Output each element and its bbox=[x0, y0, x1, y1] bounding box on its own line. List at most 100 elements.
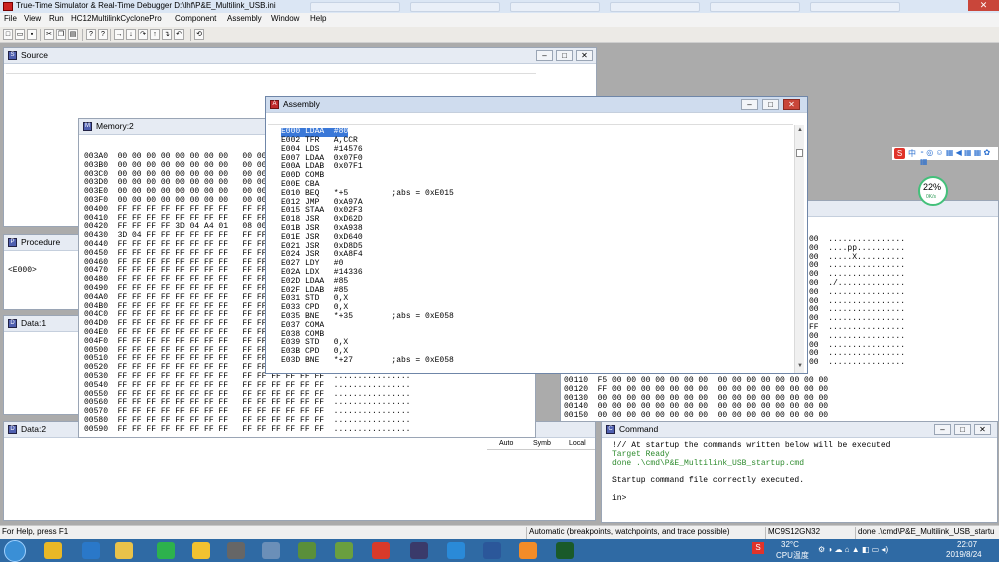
word-icon[interactable] bbox=[483, 542, 501, 559]
background-window-tab[interactable] bbox=[510, 2, 600, 12]
close-icon[interactable]: ✕ bbox=[783, 99, 800, 110]
close-icon[interactable]: ✕ bbox=[576, 50, 593, 61]
new-icon[interactable]: □ bbox=[3, 29, 13, 40]
sogou-tray-icon[interactable]: S bbox=[752, 542, 764, 554]
help-icon[interactable]: ? bbox=[86, 29, 96, 40]
step-out-icon[interactable]: ↑ bbox=[150, 29, 160, 40]
background-window-tab[interactable] bbox=[610, 2, 700, 12]
cpu-usage-widget[interactable]: 22% 0K/s bbox=[918, 176, 948, 206]
status-mode: Automatic (breakpoints, watchpoints, and… bbox=[529, 527, 730, 536]
copy-icon[interactable]: ❐ bbox=[56, 29, 66, 40]
open-icon[interactable]: ▭ bbox=[15, 29, 25, 40]
recorder-icon[interactable] bbox=[372, 542, 390, 559]
menu-help[interactable]: Help bbox=[310, 14, 326, 23]
sogou-logo: S bbox=[894, 148, 905, 159]
command-output[interactable]: !// At startup the commands written belo… bbox=[612, 441, 890, 504]
menu-component[interactable]: Component bbox=[175, 14, 216, 23]
menu-hc12multilink[interactable]: HC12MultilinkCyclonePro bbox=[71, 14, 162, 23]
toolbar-separator bbox=[82, 29, 83, 41]
green-app-icon[interactable] bbox=[157, 542, 175, 559]
procedure-window-icon: P bbox=[8, 238, 17, 247]
nxp-icon[interactable] bbox=[192, 542, 210, 559]
cpu-percent: 22% bbox=[923, 182, 942, 192]
data2-tab-auto[interactable]: Auto bbox=[499, 440, 513, 447]
background-window-tab[interactable] bbox=[710, 2, 800, 12]
save-icon[interactable]: ▪ bbox=[27, 29, 37, 40]
command-title-bar[interactable]: C Command ‒ □ ✕ bbox=[602, 422, 997, 438]
menu-view[interactable]: View bbox=[24, 14, 41, 23]
sogou-browser-icon[interactable] bbox=[82, 542, 100, 559]
status-help: For Help, press F1 bbox=[2, 527, 69, 536]
data1-title: Data:1 bbox=[21, 318, 47, 328]
background-window-tab[interactable] bbox=[810, 2, 900, 12]
media-icon[interactable] bbox=[410, 542, 428, 559]
status-bar: For Help, press F1 Automatic (breakpoint… bbox=[0, 525, 999, 539]
tray-date[interactable]: 2019/8/24 bbox=[946, 550, 982, 559]
step-over-icon[interactable]: ↷ bbox=[138, 29, 148, 40]
maximize-icon[interactable]: □ bbox=[556, 50, 573, 61]
maximize-icon[interactable]: □ bbox=[762, 99, 779, 110]
data1-window: D Data:1 bbox=[3, 315, 81, 415]
image-viewer-icon[interactable] bbox=[335, 542, 353, 559]
file-explorer-icon[interactable] bbox=[115, 542, 133, 559]
context-help-icon[interactable]: ? bbox=[98, 29, 108, 40]
net-speed: 0K/s bbox=[926, 194, 937, 200]
orange-app-icon[interactable] bbox=[519, 542, 537, 559]
procedure-title-bar[interactable]: P Procedure bbox=[4, 235, 80, 251]
assembly-title-bar[interactable]: A Assembly ‒ □ ✕ bbox=[266, 97, 807, 113]
data1-title-bar[interactable]: D Data:1 bbox=[4, 316, 80, 332]
ime-tools-icon[interactable]: ⁃ ◎ ☺ ▦ ◀ ▦ ▦ ✿ ▦ bbox=[920, 148, 998, 166]
disk-tool-icon[interactable] bbox=[227, 542, 245, 559]
toolbar-separator bbox=[190, 29, 191, 41]
menu-bar: File View Run HC12MultilinkCyclonePro Co… bbox=[0, 13, 999, 27]
cut-icon[interactable]: ✂ bbox=[44, 29, 54, 40]
app-title: True-Time Simulator & Real-Time Debugger… bbox=[16, 1, 276, 10]
assembly-step-icon[interactable]: ↴ bbox=[162, 29, 172, 40]
app-title-bar: True-Time Simulator & Real-Time Debugger… bbox=[0, 0, 999, 13]
wps-icon[interactable] bbox=[447, 542, 465, 559]
reset-icon[interactable]: ⟲ bbox=[194, 29, 204, 40]
data2-title: Data:2 bbox=[21, 424, 47, 434]
minimize-icon[interactable]: ‒ bbox=[741, 99, 758, 110]
menu-assembly[interactable]: Assembly bbox=[227, 14, 262, 23]
chrome-icon[interactable] bbox=[44, 542, 62, 559]
menu-window[interactable]: Window bbox=[271, 14, 299, 23]
background-window-tab[interactable] bbox=[410, 2, 500, 12]
ime-mode-label[interactable]: 中 bbox=[908, 148, 916, 159]
assembly-window: A Assembly ‒ □ ✕ E000 LDAA #80 E002 TFR … bbox=[265, 96, 808, 374]
close-icon[interactable]: ✕ bbox=[974, 424, 991, 435]
menu-run[interactable]: Run bbox=[49, 14, 64, 23]
tray-icons[interactable]: ⚙ ◑ ☁ ⌂ ▲ ◧ ▭ ◂) bbox=[818, 545, 888, 554]
maximize-icon[interactable]: □ bbox=[954, 424, 971, 435]
windows-taskbar: S 32°C CPU温度 ⚙ ◑ ☁ ⌂ ▲ ◧ ▭ ◂) 22:07 2019… bbox=[0, 539, 999, 562]
start-icon[interactable]: → bbox=[114, 29, 124, 40]
toolbar-separator bbox=[40, 29, 41, 41]
command-line: done .\cmd\P&E_Multilink_USB_startup.cmd bbox=[612, 458, 805, 468]
data2-tab-local[interactable]: Local bbox=[569, 440, 586, 447]
minimize-icon[interactable]: ‒ bbox=[934, 424, 951, 435]
scroll-down-icon[interactable]: ▼ bbox=[797, 363, 803, 369]
calculator-icon[interactable] bbox=[262, 542, 280, 559]
close-icon[interactable]: ✕ bbox=[968, 0, 999, 11]
single-step-icon[interactable]: ↓ bbox=[126, 29, 136, 40]
plane-app-icon[interactable] bbox=[298, 542, 316, 559]
scroll-thumb[interactable] bbox=[796, 149, 803, 157]
assembly-listing[interactable]: E002 TFR A,CCR E004 LDS #14576 E007 LDAA 0… bbox=[281, 136, 454, 366]
background-window-tab[interactable] bbox=[310, 2, 400, 12]
paste-icon[interactable]: ▤ bbox=[68, 29, 78, 40]
scroll-up-icon[interactable]: ▲ bbox=[797, 127, 803, 133]
data2-tab-symb[interactable]: Symb bbox=[533, 440, 551, 447]
minimize-icon[interactable]: ‒ bbox=[536, 50, 553, 61]
ime-toolbar[interactable]: S 中 ⁃ ◎ ☺ ▦ ◀ ▦ ▦ ✿ ▦ bbox=[892, 147, 998, 166]
assembly-scrollbar[interactable]: ▲ ▼ bbox=[794, 125, 804, 373]
procedure-entry[interactable]: <E000> bbox=[8, 266, 37, 276]
codewarrior-icon[interactable] bbox=[556, 542, 574, 559]
halt-icon[interactable]: ↶ bbox=[174, 29, 184, 40]
procedure-window: P Procedure <E000> bbox=[3, 234, 81, 310]
tray-time[interactable]: 22:07 bbox=[957, 540, 977, 549]
assembly-title: Assembly bbox=[283, 99, 320, 109]
status-last-command: done .\cmd\P&E_Multilink_USB_startu bbox=[858, 527, 995, 536]
menu-file[interactable]: File bbox=[4, 14, 17, 23]
source-title-bar[interactable]: S Source ‒ □ ✕ bbox=[4, 48, 596, 64]
start-button[interactable] bbox=[4, 540, 26, 562]
